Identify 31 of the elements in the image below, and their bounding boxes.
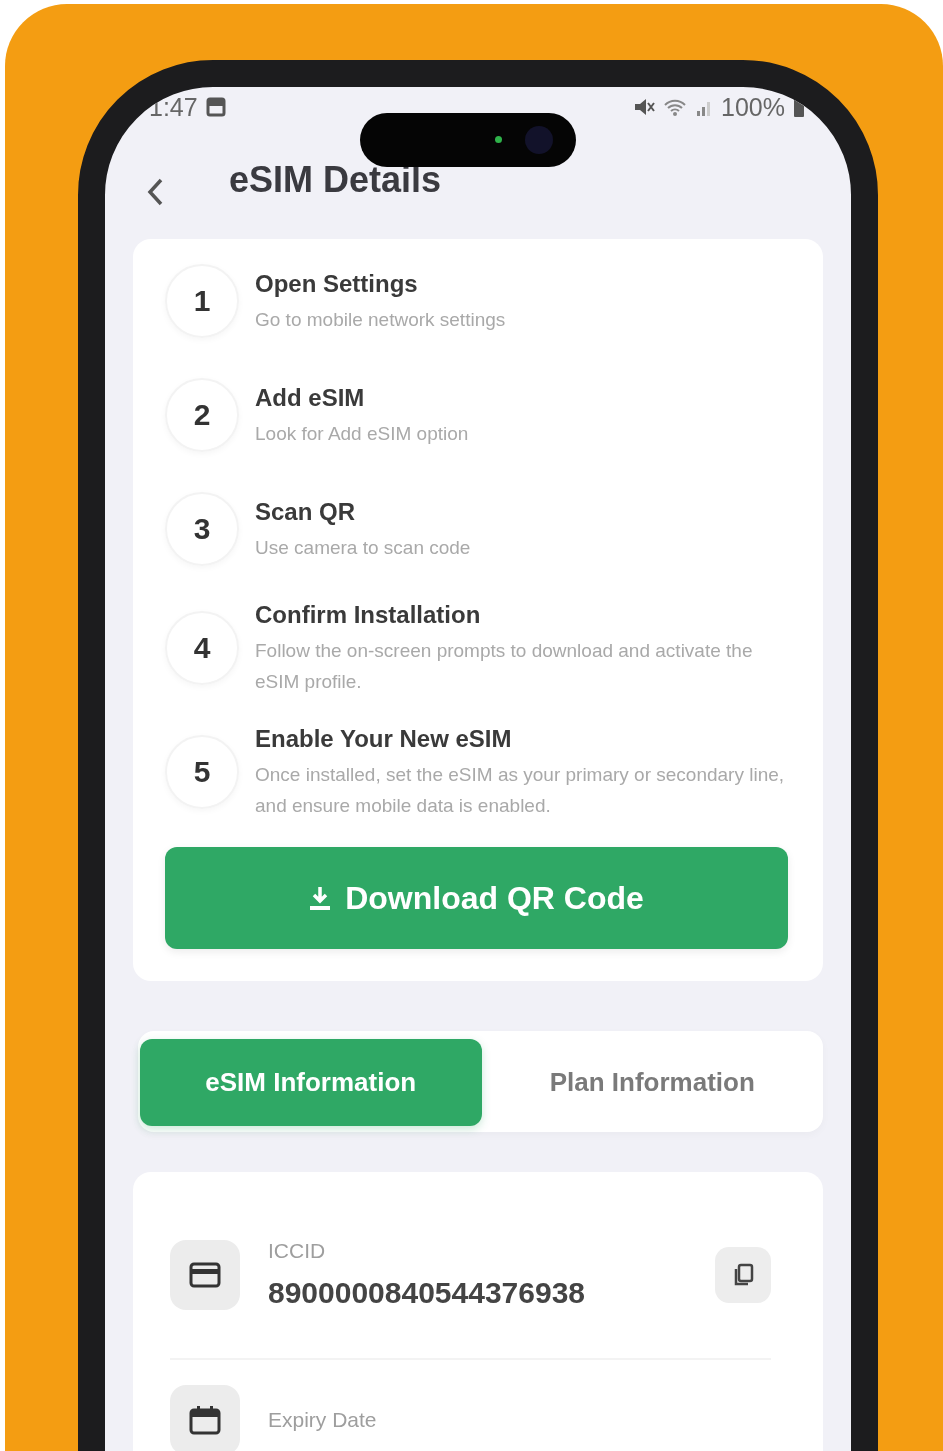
copy-button[interactable] (715, 1247, 771, 1303)
step-title: Open Settings (255, 268, 419, 299)
page-title: eSIM Details (229, 159, 442, 202)
copy-icon (732, 1263, 754, 1287)
step-number: 1 (165, 264, 239, 338)
step-description: Go to mobile network settings (255, 307, 506, 332)
card-icon (189, 1260, 221, 1290)
step-number: 2 (165, 378, 239, 452)
step-number: 4 (165, 611, 239, 685)
step-number: 3 (165, 492, 239, 566)
download-qr-button[interactable]: Download QR Code (165, 847, 788, 949)
battery-percent: 100% (721, 92, 785, 122)
step-description: Use camera to scan code (255, 535, 471, 560)
info-label: Expiry Date (268, 1407, 378, 1433)
info-tab[interactable]: eSIM Information (140, 1039, 482, 1126)
calendar-icon (189, 1405, 221, 1435)
step-description: Once installed, set the eSIM as your primary or secondary line, and ensure mobile data is enabled. (255, 763, 786, 818)
wifi-icon (663, 97, 688, 117)
info-tab[interactable]: Plan Information (481, 1039, 823, 1126)
step-description: Look for Add eSIM option (255, 421, 469, 446)
info-label: ICCID (268, 1238, 327, 1264)
step-number: 5 (165, 735, 239, 809)
info-value: 8900000840544376938 (268, 1275, 586, 1311)
image-icon (205, 97, 226, 117)
step-description: Follow the on-screen prompts to download and activate the eSIM profile. (255, 639, 754, 694)
mute-icon (633, 97, 656, 117)
step-title: Add eSIM (255, 382, 366, 413)
download-icon (309, 885, 332, 911)
step-title: Confirm Installation (255, 600, 482, 630)
step-title: Enable Your New eSIM (255, 724, 513, 754)
step-title: Scan QR (255, 496, 357, 527)
